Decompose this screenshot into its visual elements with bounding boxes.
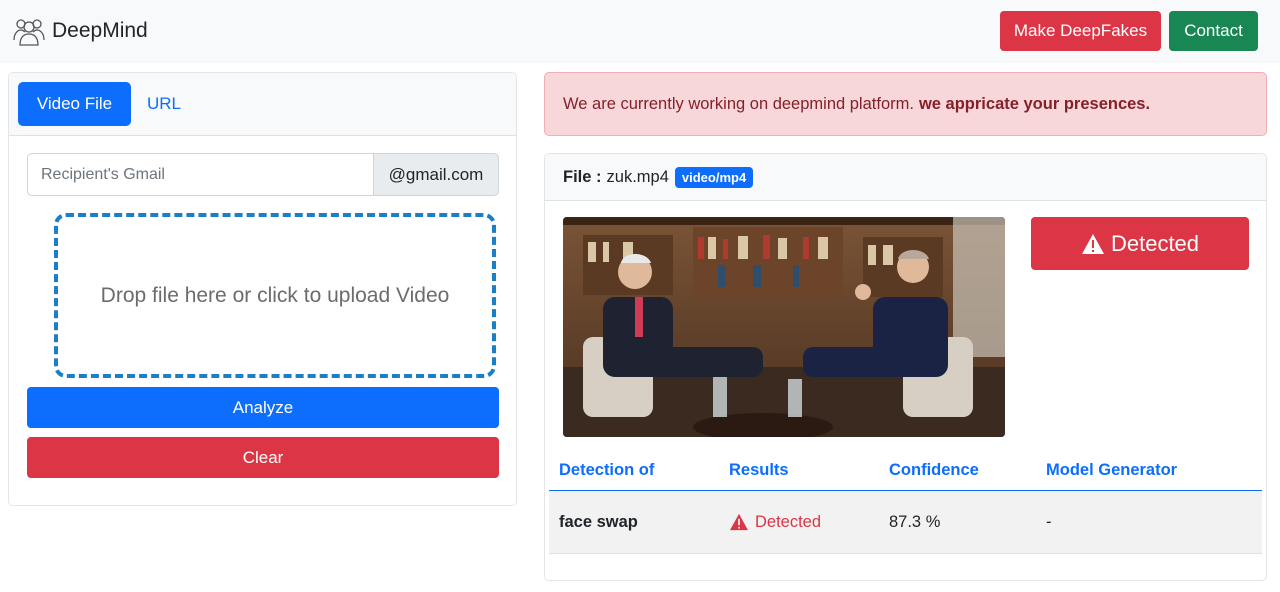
clear-button[interactable]: Clear <box>27 437 499 478</box>
alert-bold-text: we appricate your presences. <box>918 94 1151 113</box>
analyze-button[interactable]: Analyze <box>27 387 499 428</box>
cell-model-generator: - <box>1046 512 1052 531</box>
people-group-icon <box>12 14 46 48</box>
header-model-generator: Model Generator <box>1046 461 1178 479</box>
alert-text: We are currently working on deepmind pla… <box>563 94 914 113</box>
brand-link[interactable]: DeepMind <box>12 14 148 48</box>
make-deepfakes-button[interactable]: Make DeepFakes <box>1000 11 1161 51</box>
warning-triangle-icon <box>730 513 748 531</box>
status-alert: We are currently working on deepmind pla… <box>544 72 1267 136</box>
video-dropzone[interactable]: Drop file here or click to upload Video <box>54 213 496 378</box>
navbar: DeepMind Make DeepFakes Contact <box>0 0 1280 63</box>
tab-url[interactable]: URL <box>131 82 197 126</box>
cell-result: Detected <box>729 491 821 553</box>
detected-status-button[interactable]: Detected <box>1031 217 1249 270</box>
warning-triangle-icon <box>1081 233 1104 254</box>
detected-status-label: Detected <box>1110 230 1200 256</box>
cell-confidence: 87.3 % <box>889 512 941 531</box>
video-frame-illustration <box>563 217 1005 437</box>
mime-badge: video/mp4 <box>674 166 754 188</box>
tab-video-file[interactable]: Video File <box>18 82 131 126</box>
cell-result-label: Detected <box>755 512 822 531</box>
file-header: File : zuk.mp4 video/mp4 <box>545 154 1266 201</box>
dropzone-text: Drop file here or click to upload Video <box>100 283 450 307</box>
results-table-header: Detection of Results Confidence Model Ge… <box>549 451 1262 491</box>
file-name: zuk.mp4 <box>606 167 669 186</box>
result-card: File : zuk.mp4 video/mp4 Detected Detect… <box>544 153 1267 581</box>
gmail-suffix: @gmail.com <box>373 153 499 196</box>
header-results: Results <box>729 461 789 479</box>
header-confidence: Confidence <box>889 461 979 479</box>
contact-button[interactable]: Contact <box>1169 11 1258 51</box>
brand-name: DeepMind <box>52 19 148 42</box>
upload-tabs: Video File URL <box>9 73 516 136</box>
cell-detection-of: face swap <box>559 512 638 531</box>
header-detection-of: Detection of <box>559 461 655 479</box>
upload-card: Video File URL @gmail.com Drop file here… <box>8 72 517 506</box>
gmail-input[interactable] <box>27 153 373 196</box>
gmail-input-group: @gmail.com <box>27 153 499 196</box>
file-label: File : <box>563 167 602 186</box>
table-row: face swap Detected 87.3 % - <box>549 491 1262 554</box>
video-preview[interactable] <box>563 217 1005 437</box>
